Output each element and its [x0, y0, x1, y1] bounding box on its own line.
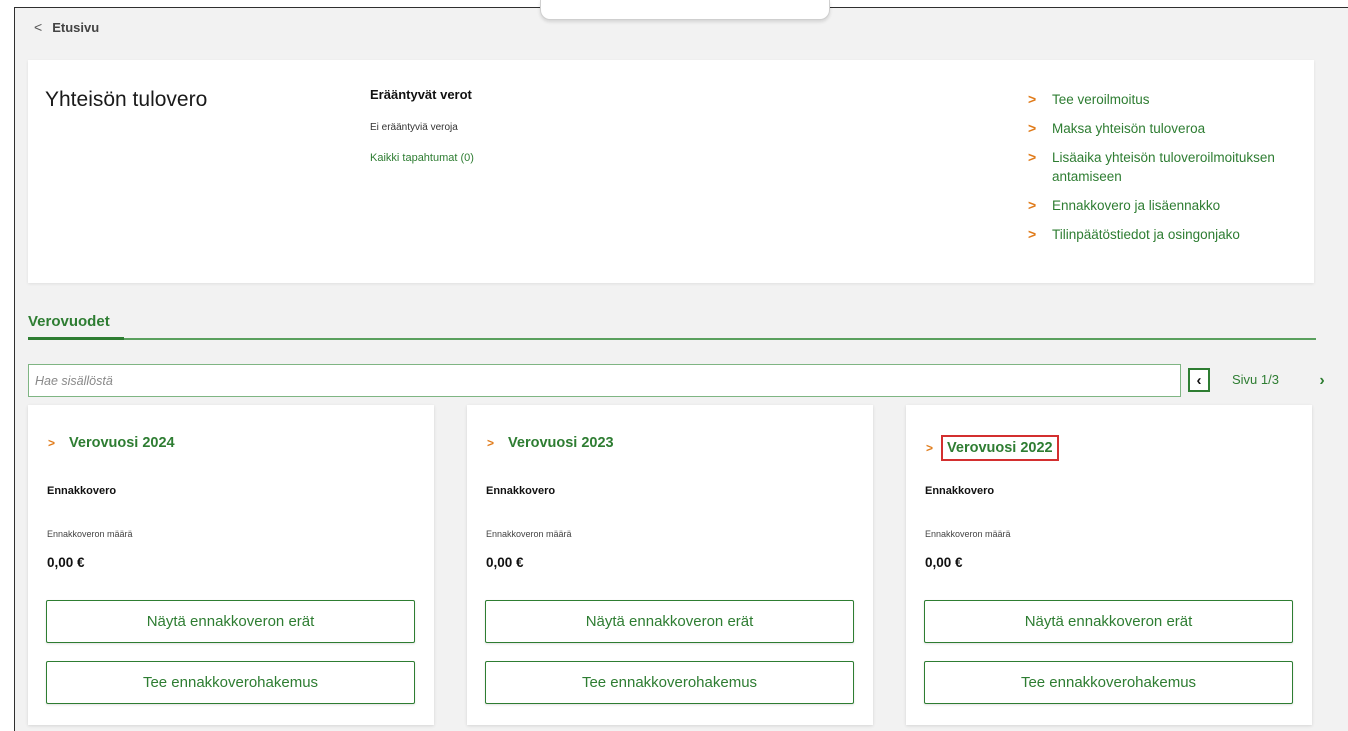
- link-ennakkovero[interactable]: > Ennakkovero ja lisäennakko: [1028, 196, 1308, 215]
- quick-link-label: Maksa yhteisön tuloveroa: [1052, 121, 1206, 136]
- section-title-verovuodet: Verovuodet: [28, 313, 110, 330]
- advance-tax-amount: 0,00 €: [486, 555, 524, 570]
- link-lisaaika[interactable]: > Lisäaika yhteisön tuloveroilmoituksen …: [1028, 148, 1308, 186]
- show-installments-button[interactable]: Näytä ennakkoveron erät: [485, 600, 854, 643]
- chevron-right-icon: >: [1028, 91, 1037, 107]
- pager-prev-button[interactable]: ‹: [1188, 368, 1210, 392]
- link-tee-veroilmoitus[interactable]: > Tee veroilmoitus: [1028, 90, 1308, 109]
- chevron-right-icon: >: [487, 436, 495, 450]
- chevron-left-icon: <: [34, 19, 43, 35]
- page-title: Yhteisön tulovero: [45, 88, 208, 111]
- link-maksa-tuloveroa[interactable]: > Maksa yhteisön tuloveroa: [1028, 119, 1308, 138]
- advance-tax-amount: 0,00 €: [925, 555, 963, 570]
- advance-tax-label: Ennakkovero: [47, 485, 117, 497]
- advance-tax-amount: 0,00 €: [47, 555, 85, 570]
- pager-next-button[interactable]: ›: [1314, 370, 1330, 392]
- quick-link-label: Tee veroilmoitus: [1052, 92, 1150, 107]
- section-divider: [28, 338, 1316, 340]
- chevron-right-icon: ›: [1319, 372, 1325, 389]
- due-taxes-heading: Erääntyvät verot: [370, 87, 472, 102]
- tax-year-title[interactable]: Verovuosi 2023: [508, 435, 614, 451]
- tax-year-card: > Verovuosi 2023 Ennakkovero Ennakkovero…: [467, 405, 873, 725]
- chevron-right-icon: >: [926, 441, 934, 455]
- tax-year-title[interactable]: Verovuosi 2024: [69, 435, 175, 451]
- top-overlay-bar: [540, 0, 830, 20]
- quick-links: > Tee veroilmoitus > Maksa yhteisön tulo…: [1028, 90, 1308, 254]
- summary-card: Yhteisön tulovero Erääntyvät verot Ei er…: [28, 60, 1314, 283]
- tax-year-header[interactable]: > Verovuosi 2022: [926, 435, 1059, 461]
- search-input[interactable]: [28, 364, 1181, 397]
- tax-year-card: > Verovuosi 2024 Ennakkovero Ennakkovero…: [28, 405, 434, 725]
- advance-tax-application-button[interactable]: Tee ennakkoverohakemus: [485, 661, 854, 704]
- tax-year-card: > Verovuosi 2022 Ennakkovero Ennakkovero…: [906, 405, 1312, 725]
- advance-tax-label: Ennakkovero: [925, 485, 995, 497]
- chevron-right-icon: >: [1028, 197, 1037, 213]
- advance-tax-application-button[interactable]: Tee ennakkoverohakemus: [924, 661, 1293, 704]
- back-link-label: Etusivu: [52, 19, 100, 35]
- chevron-left-icon: ‹: [1196, 371, 1202, 389]
- tax-year-header[interactable]: > Verovuosi 2024: [48, 435, 175, 451]
- chevron-right-icon: >: [1028, 149, 1037, 165]
- section-active-underline: [28, 337, 124, 340]
- advance-tax-amount-label: Ennakkoveron määrä: [925, 529, 1011, 539]
- tax-year-title-highlighted[interactable]: Verovuosi 2022: [941, 435, 1059, 461]
- due-taxes-section: Erääntyvät verot Ei erääntyviä veroja Ka…: [370, 87, 474, 164]
- chevron-right-icon: >: [1028, 120, 1037, 136]
- quick-link-label: Ennakkovero ja lisäennakko: [1052, 198, 1221, 213]
- chevron-right-icon: >: [48, 436, 56, 450]
- quick-link-label: Lisäaika yhteisön tuloveroilmoituksen an…: [1052, 150, 1275, 184]
- advance-tax-amount-label: Ennakkoveron määrä: [47, 529, 133, 539]
- advance-tax-application-button[interactable]: Tee ennakkoverohakemus: [46, 661, 415, 704]
- link-tilinpaatostiedot[interactable]: > Tilinpäätöstiedot ja osingonjako: [1028, 225, 1308, 244]
- no-due-taxes-text: Ei erääntyviä veroja: [370, 122, 458, 133]
- pager-label: Sivu 1/3: [1232, 372, 1279, 387]
- advance-tax-label: Ennakkovero: [486, 485, 556, 497]
- show-installments-button[interactable]: Näytä ennakkoveron erät: [46, 600, 415, 643]
- advance-tax-amount-label: Ennakkoveron määrä: [486, 529, 572, 539]
- show-installments-button[interactable]: Näytä ennakkoveron erät: [924, 600, 1293, 643]
- all-events-link[interactable]: Kaikki tapahtumat (0): [370, 152, 474, 164]
- chevron-right-icon: >: [1028, 226, 1037, 242]
- back-link[interactable]: < Etusivu: [34, 17, 99, 37]
- tax-year-header[interactable]: > Verovuosi 2023: [487, 435, 614, 451]
- quick-link-label: Tilinpäätöstiedot ja osingonjako: [1052, 227, 1240, 242]
